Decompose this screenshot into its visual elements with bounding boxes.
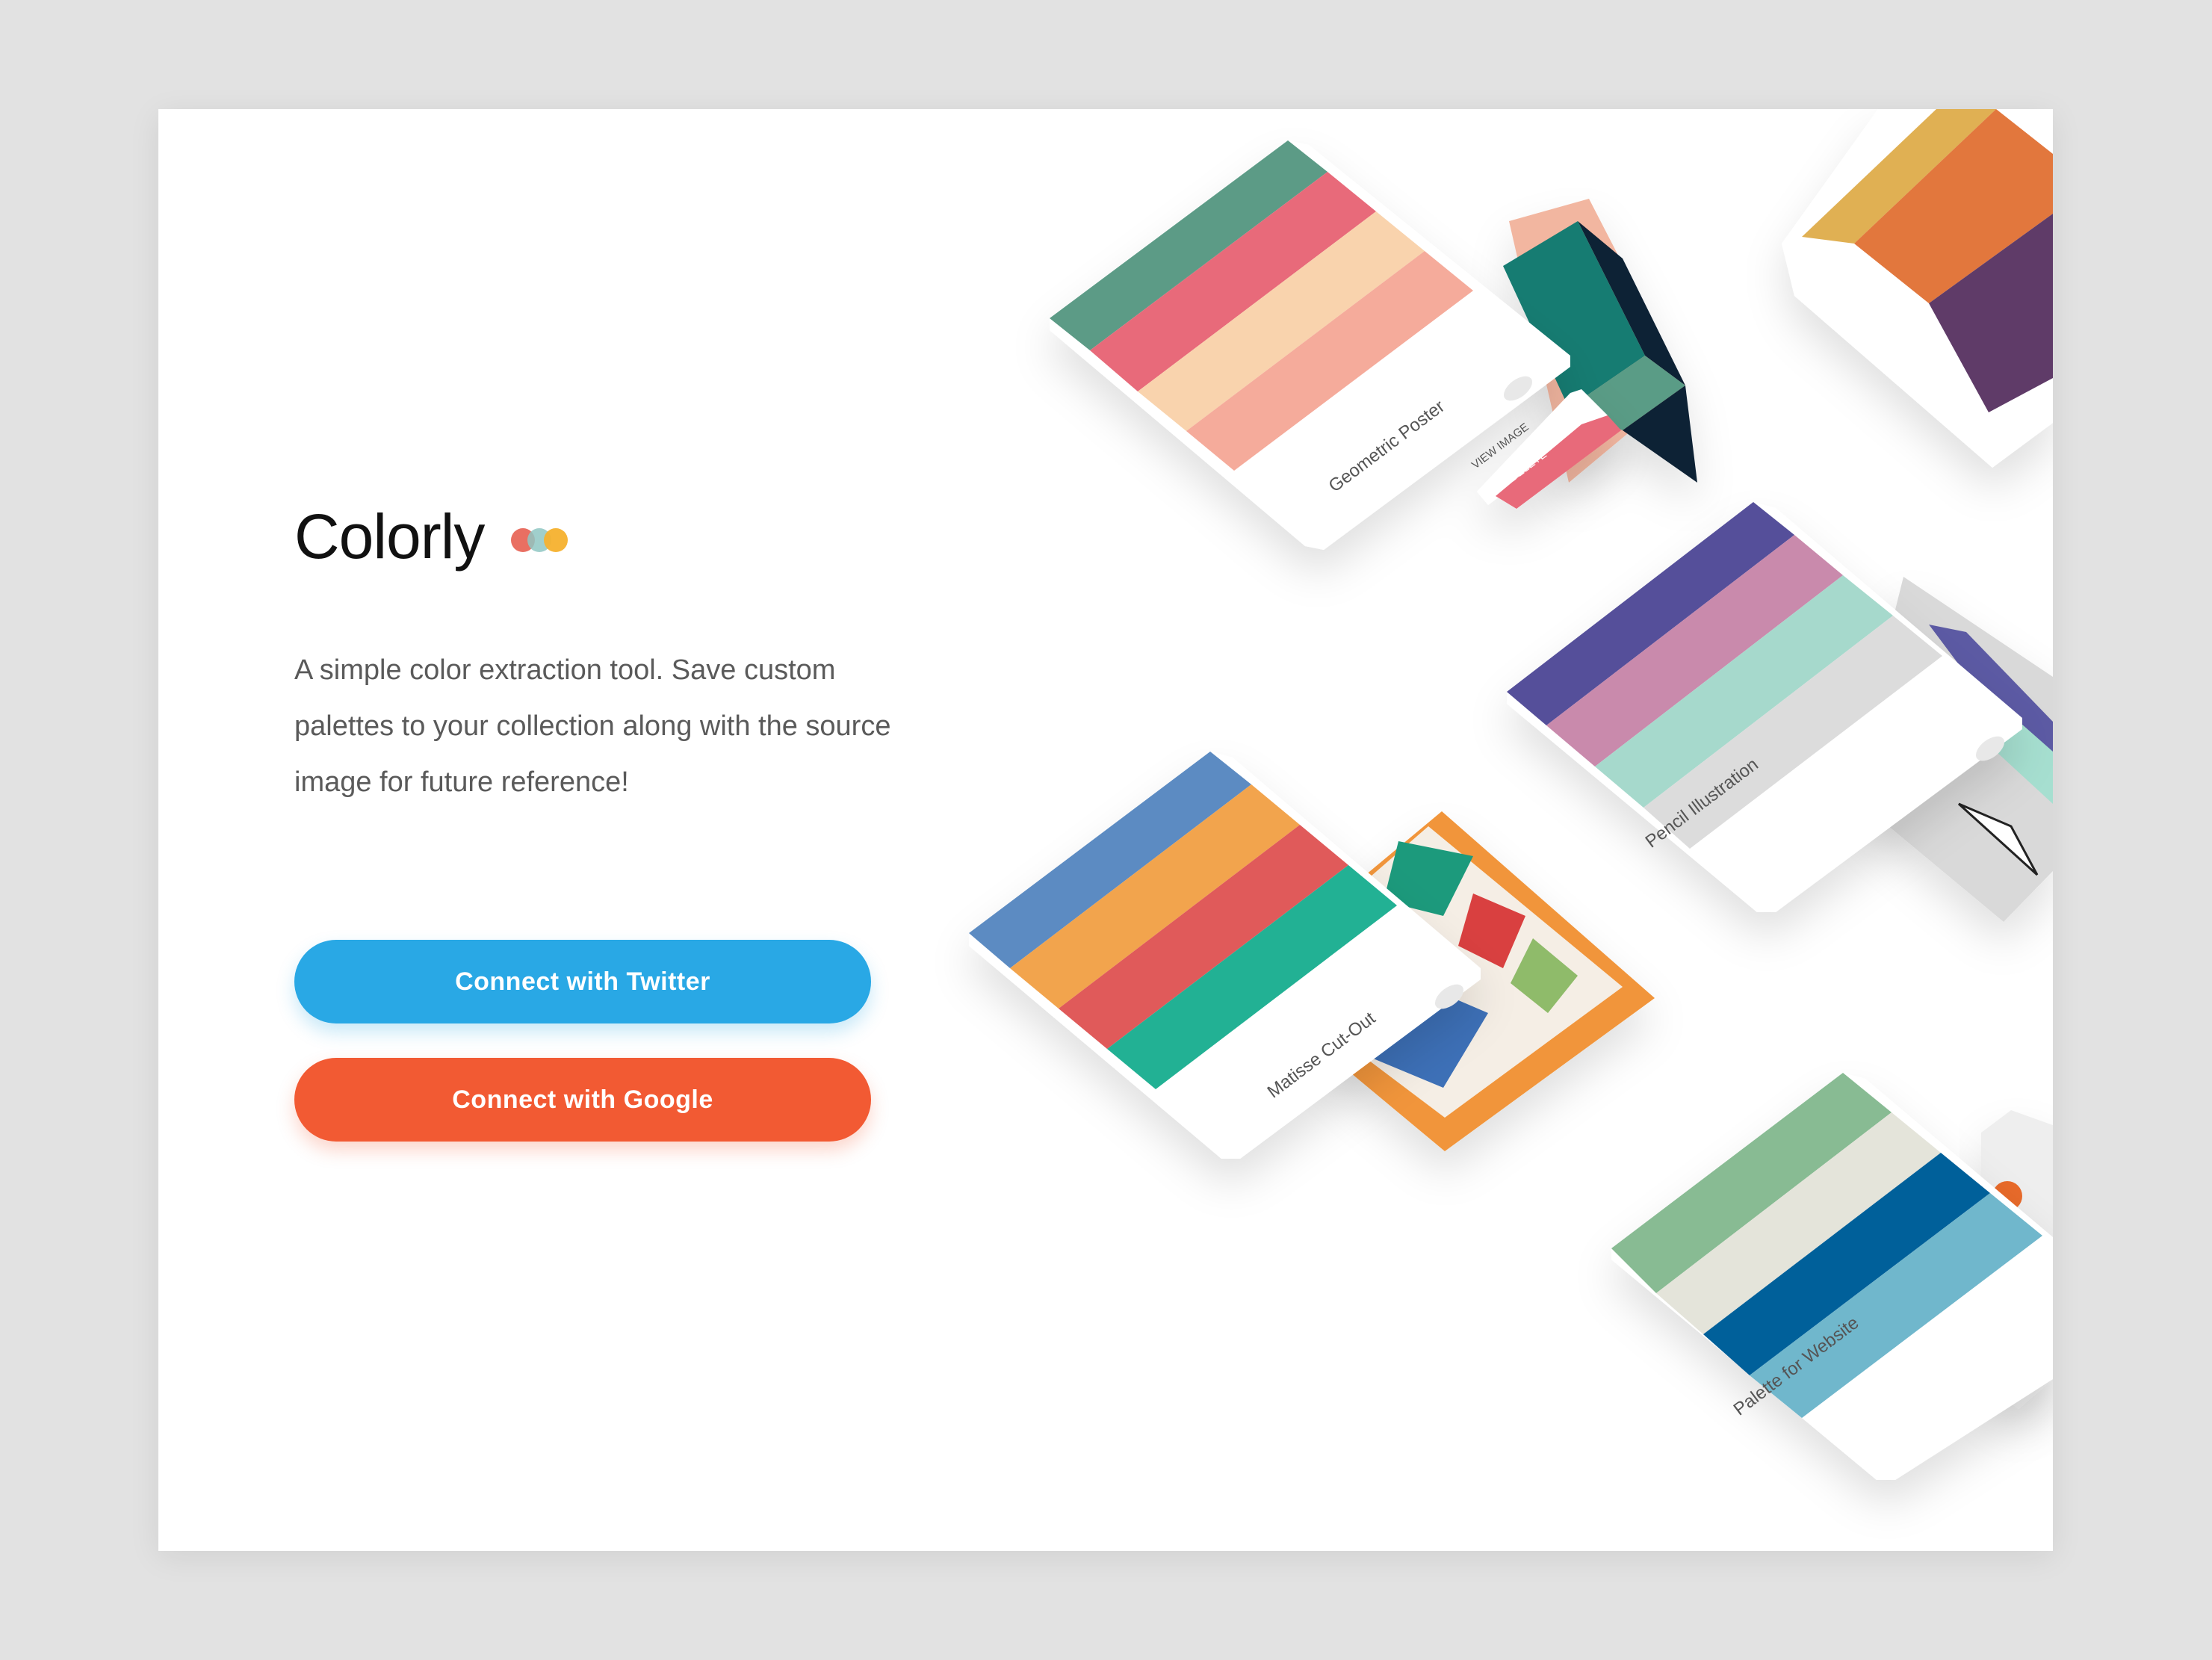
app-title: Colorly (294, 501, 485, 572)
connect-google-button[interactable]: Connect with Google (294, 1058, 871, 1142)
tagline: A simple color extraction tool. Save cus… (294, 654, 891, 798)
brand: Colorly (294, 505, 574, 568)
palette-card-orange (1782, 109, 2053, 468)
login-panel: Geometric Poster VIEW IMAGE DELETE Penci… (158, 109, 2053, 1551)
logo-icon (511, 528, 569, 552)
palette-cards-illustration (969, 109, 2053, 1480)
connect-twitter-button[interactable]: Connect with Twitter (294, 940, 871, 1023)
